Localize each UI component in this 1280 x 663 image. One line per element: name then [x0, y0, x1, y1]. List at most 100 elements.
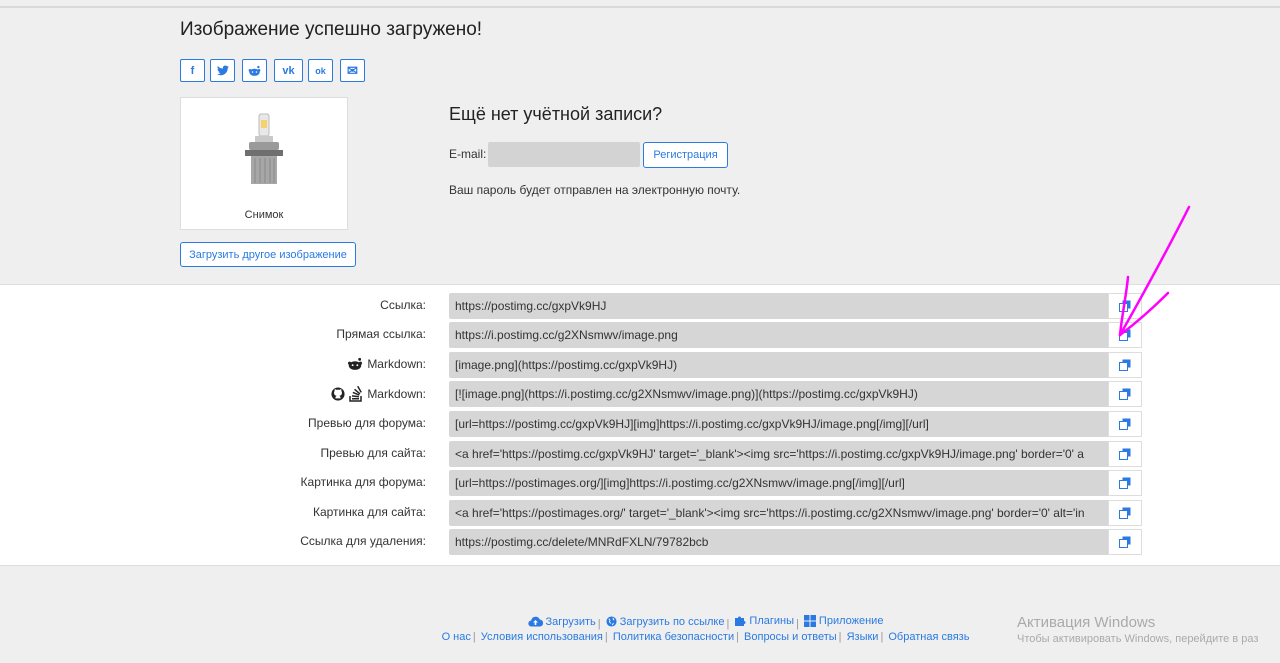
odnoklassniki-share-button[interactable]: ok: [308, 59, 333, 82]
site-image-label: Картинка для сайта:: [312, 505, 426, 519]
image-thumbnail[interactable]: Снимок: [180, 97, 348, 230]
link-row-delete: Ссылка для удаления: https://postimg.cc/…: [0, 529, 1280, 555]
copy-button[interactable]: [1108, 381, 1142, 407]
link-row-site-image: Картинка для сайта: <a href='https://pos…: [0, 500, 1280, 526]
copy-button[interactable]: [1108, 441, 1142, 467]
footer: Загрузить | Загрузить по ссылке | Плагин…: [0, 567, 1280, 663]
link-row-forum-image: Картинка для форума: [url=https://postim…: [0, 470, 1280, 496]
copy-button[interactable]: [1108, 322, 1142, 348]
copy-icon: [1119, 388, 1131, 400]
footer-link-app[interactable]: Приложение: [803, 615, 884, 627]
footer-link-plugins-label: Плагины: [749, 615, 794, 627]
links-panel: Ссылка: https://postimg.cc/gxpVk9HJ Прям…: [0, 284, 1280, 566]
link-row-direct: Прямая ссылка: https://i.postimg.cc/g2XN…: [0, 322, 1280, 348]
footer-link-upload-url[interactable]: Загрузить по ссылке: [606, 615, 725, 628]
facebook-share-button[interactable]: f: [180, 59, 205, 82]
footer-link-faq[interactable]: Вопросы и ответы: [744, 631, 837, 643]
footer-link-privacy[interactable]: Политика безопасности: [613, 631, 734, 643]
windows-activation-subtitle: Чтобы активировать Windows, перейдите в …: [1017, 633, 1259, 645]
footer-link-plugins[interactable]: Плагины: [734, 615, 794, 627]
copy-icon: [1119, 418, 1131, 430]
copy-icon: [1119, 507, 1131, 519]
link-value[interactable]: https://postimg.cc/gxpVk9HJ: [449, 293, 1108, 319]
twitter-share-button[interactable]: [210, 59, 235, 82]
reddit-icon: [248, 65, 261, 76]
password-note: Ваш пароль будет отправлен на электронну…: [449, 183, 741, 197]
separator: |: [838, 631, 842, 643]
site-preview-value[interactable]: <a href='https://postimg.cc/gxpVk9HJ' ta…: [449, 441, 1108, 467]
markdown-github-value[interactable]: [![image.png](https://i.postimg.cc/g2XNs…: [449, 381, 1108, 407]
footer-link-upload-url-label: Загрузить по ссылке: [619, 615, 725, 628]
cloud-upload-icon: [527, 616, 543, 627]
separator: |: [736, 631, 739, 643]
windows-icon: [803, 615, 816, 627]
forum-image-value[interactable]: [url=https://postimages.org/][img]https:…: [449, 470, 1108, 496]
footer-link-about[interactable]: О нас: [442, 631, 471, 643]
markdown-github-label: Markdown:: [331, 386, 426, 402]
separator: |: [604, 631, 608, 643]
link-label: Ссылка:: [380, 298, 426, 312]
link-row-forum-preview: Превью для форума: [url=https://postimg.…: [0, 411, 1280, 437]
thumbnail-caption: Снимок: [244, 209, 284, 221]
footer-link-app-label: Приложение: [818, 615, 884, 627]
markdown-reddit-label: Markdown:: [347, 357, 426, 371]
copy-icon: [1119, 477, 1131, 489]
link-row-site-preview: Превью для сайта: <a href='https://posti…: [0, 441, 1280, 467]
email-icon: ✉: [347, 62, 358, 78]
forum-preview-value[interactable]: [url=https://postimg.cc/gxpVk9HJ][img]ht…: [449, 411, 1108, 437]
vk-share-button[interactable]: vk: [274, 59, 303, 82]
share-buttons: f vk ok ✉: [180, 59, 365, 82]
direct-link-label: Прямая ссылка:: [336, 327, 426, 341]
separator: |: [796, 618, 799, 630]
markdown-reddit-value[interactable]: [image.png](https://postimg.cc/gxpVk9HJ): [449, 352, 1108, 378]
separator: |: [880, 631, 884, 643]
copy-icon: [1119, 448, 1131, 460]
delete-link-label: Ссылка для удаления:: [300, 534, 426, 548]
copy-button[interactable]: [1108, 500, 1142, 526]
register-button[interactable]: Регистрация: [643, 142, 728, 168]
footer-link-languages[interactable]: Языки: [847, 631, 879, 643]
twitter-icon: [216, 65, 229, 76]
copy-button[interactable]: [1108, 352, 1142, 378]
footer-link-terms[interactable]: Условия использования: [481, 631, 603, 643]
separator: |: [597, 618, 601, 630]
footer-link-upload[interactable]: Загрузить: [527, 615, 596, 628]
globe-icon: [606, 616, 617, 627]
facebook-icon: f: [190, 64, 195, 77]
vk-icon: vk: [282, 64, 295, 77]
copy-button[interactable]: [1108, 411, 1142, 437]
email-input[interactable]: [488, 142, 640, 167]
copy-icon: [1119, 536, 1131, 548]
copy-icon: [1119, 329, 1131, 341]
forum-preview-label: Превью для форума:: [308, 416, 426, 430]
email-label: E-mail:: [449, 147, 487, 161]
windows-activation-title: Активация Windows: [1017, 614, 1156, 631]
forum-image-label: Картинка для форума:: [300, 475, 426, 489]
site-image-value[interactable]: <a href='https://postimages.org/' target…: [449, 500, 1108, 526]
link-row-markdown-github: Markdown: [![image.png](https://i.postim…: [0, 381, 1280, 407]
footer-link-feedback[interactable]: Обратная связь: [888, 631, 969, 643]
stackoverflow-icon: [349, 386, 363, 402]
registration-title: Ещё нет учётной записи?: [449, 104, 663, 124]
link-row-link: Ссылка: https://postimg.cc/gxpVk9HJ: [0, 293, 1280, 319]
markdown-label-text: Markdown:: [367, 387, 426, 401]
copy-button[interactable]: [1108, 529, 1142, 555]
odnoklassniki-icon: ok: [315, 65, 326, 76]
footer-link-upload-label: Загрузить: [545, 615, 596, 628]
puzzle-icon: [735, 616, 746, 626]
upload-another-button[interactable]: Загрузить другое изображение: [180, 242, 356, 267]
github-icon: [331, 387, 345, 401]
markdown-label-text: Markdown:: [367, 357, 426, 371]
reddit-icon: [348, 357, 363, 370]
site-preview-label: Превью для сайта:: [320, 446, 426, 460]
reddit-share-button[interactable]: [242, 59, 267, 82]
copy-button[interactable]: [1108, 470, 1142, 496]
separator: |: [472, 631, 476, 643]
separator: |: [726, 618, 730, 630]
email-share-button[interactable]: ✉: [340, 59, 365, 82]
page-title: Изображение успешно загружено!: [180, 19, 483, 40]
copy-icon: [1119, 300, 1131, 312]
direct-link-value[interactable]: https://i.postimg.cc/g2XNsmwv/image.png: [449, 322, 1108, 348]
delete-link-value[interactable]: https://postimg.cc/delete/MNRdFXLN/79782…: [449, 529, 1108, 555]
copy-button[interactable]: [1108, 293, 1142, 319]
